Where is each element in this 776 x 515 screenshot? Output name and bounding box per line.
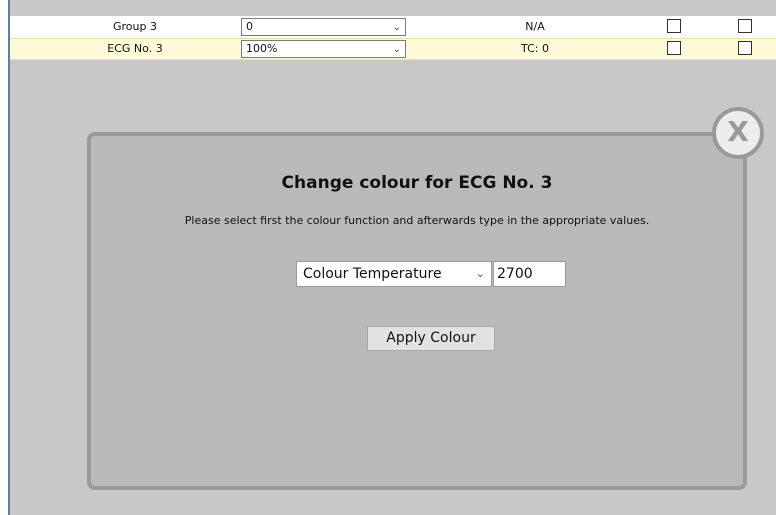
row-info: N/A bbox=[525, 20, 545, 33]
select-value: 100% bbox=[246, 42, 278, 55]
colour-function-select[interactable]: Colour Temperature ⌄ bbox=[296, 261, 492, 287]
colour-value-input[interactable]: 2700 bbox=[493, 261, 566, 287]
chevron-down-icon: ⌄ bbox=[392, 44, 401, 55]
table-row-ecg-no-3: ECG No. 3 100% ⌄ TC: 0 bbox=[10, 38, 776, 60]
close-icon[interactable]: X bbox=[712, 107, 764, 159]
checkbox[interactable] bbox=[667, 19, 681, 33]
level-select[interactable]: 100% ⌄ bbox=[241, 40, 406, 58]
level-select[interactable]: 0 ⌄ bbox=[241, 18, 406, 36]
dialog-title: Change colour for ECG No. 3 bbox=[281, 173, 553, 193]
select-value: 0 bbox=[246, 20, 253, 33]
selected-function: Colour Temperature bbox=[303, 266, 442, 282]
chevron-down-icon: ⌄ bbox=[392, 22, 401, 33]
dialog-instruction: Please select first the colour function … bbox=[184, 214, 650, 227]
checkbox[interactable] bbox=[738, 19, 752, 33]
row-name-label: ECG No. 3 bbox=[107, 42, 163, 55]
checkbox[interactable] bbox=[667, 41, 681, 55]
chevron-down-icon: ⌄ bbox=[475, 267, 485, 280]
table-row-group-3: Group 3 0 ⌄ N/A bbox=[10, 16, 776, 38]
row-name-label: Group 3 bbox=[113, 20, 157, 33]
row-info: TC: 0 bbox=[521, 42, 549, 55]
checkbox[interactable] bbox=[738, 41, 752, 55]
apply-colour-button[interactable]: Apply Colour bbox=[367, 326, 495, 351]
